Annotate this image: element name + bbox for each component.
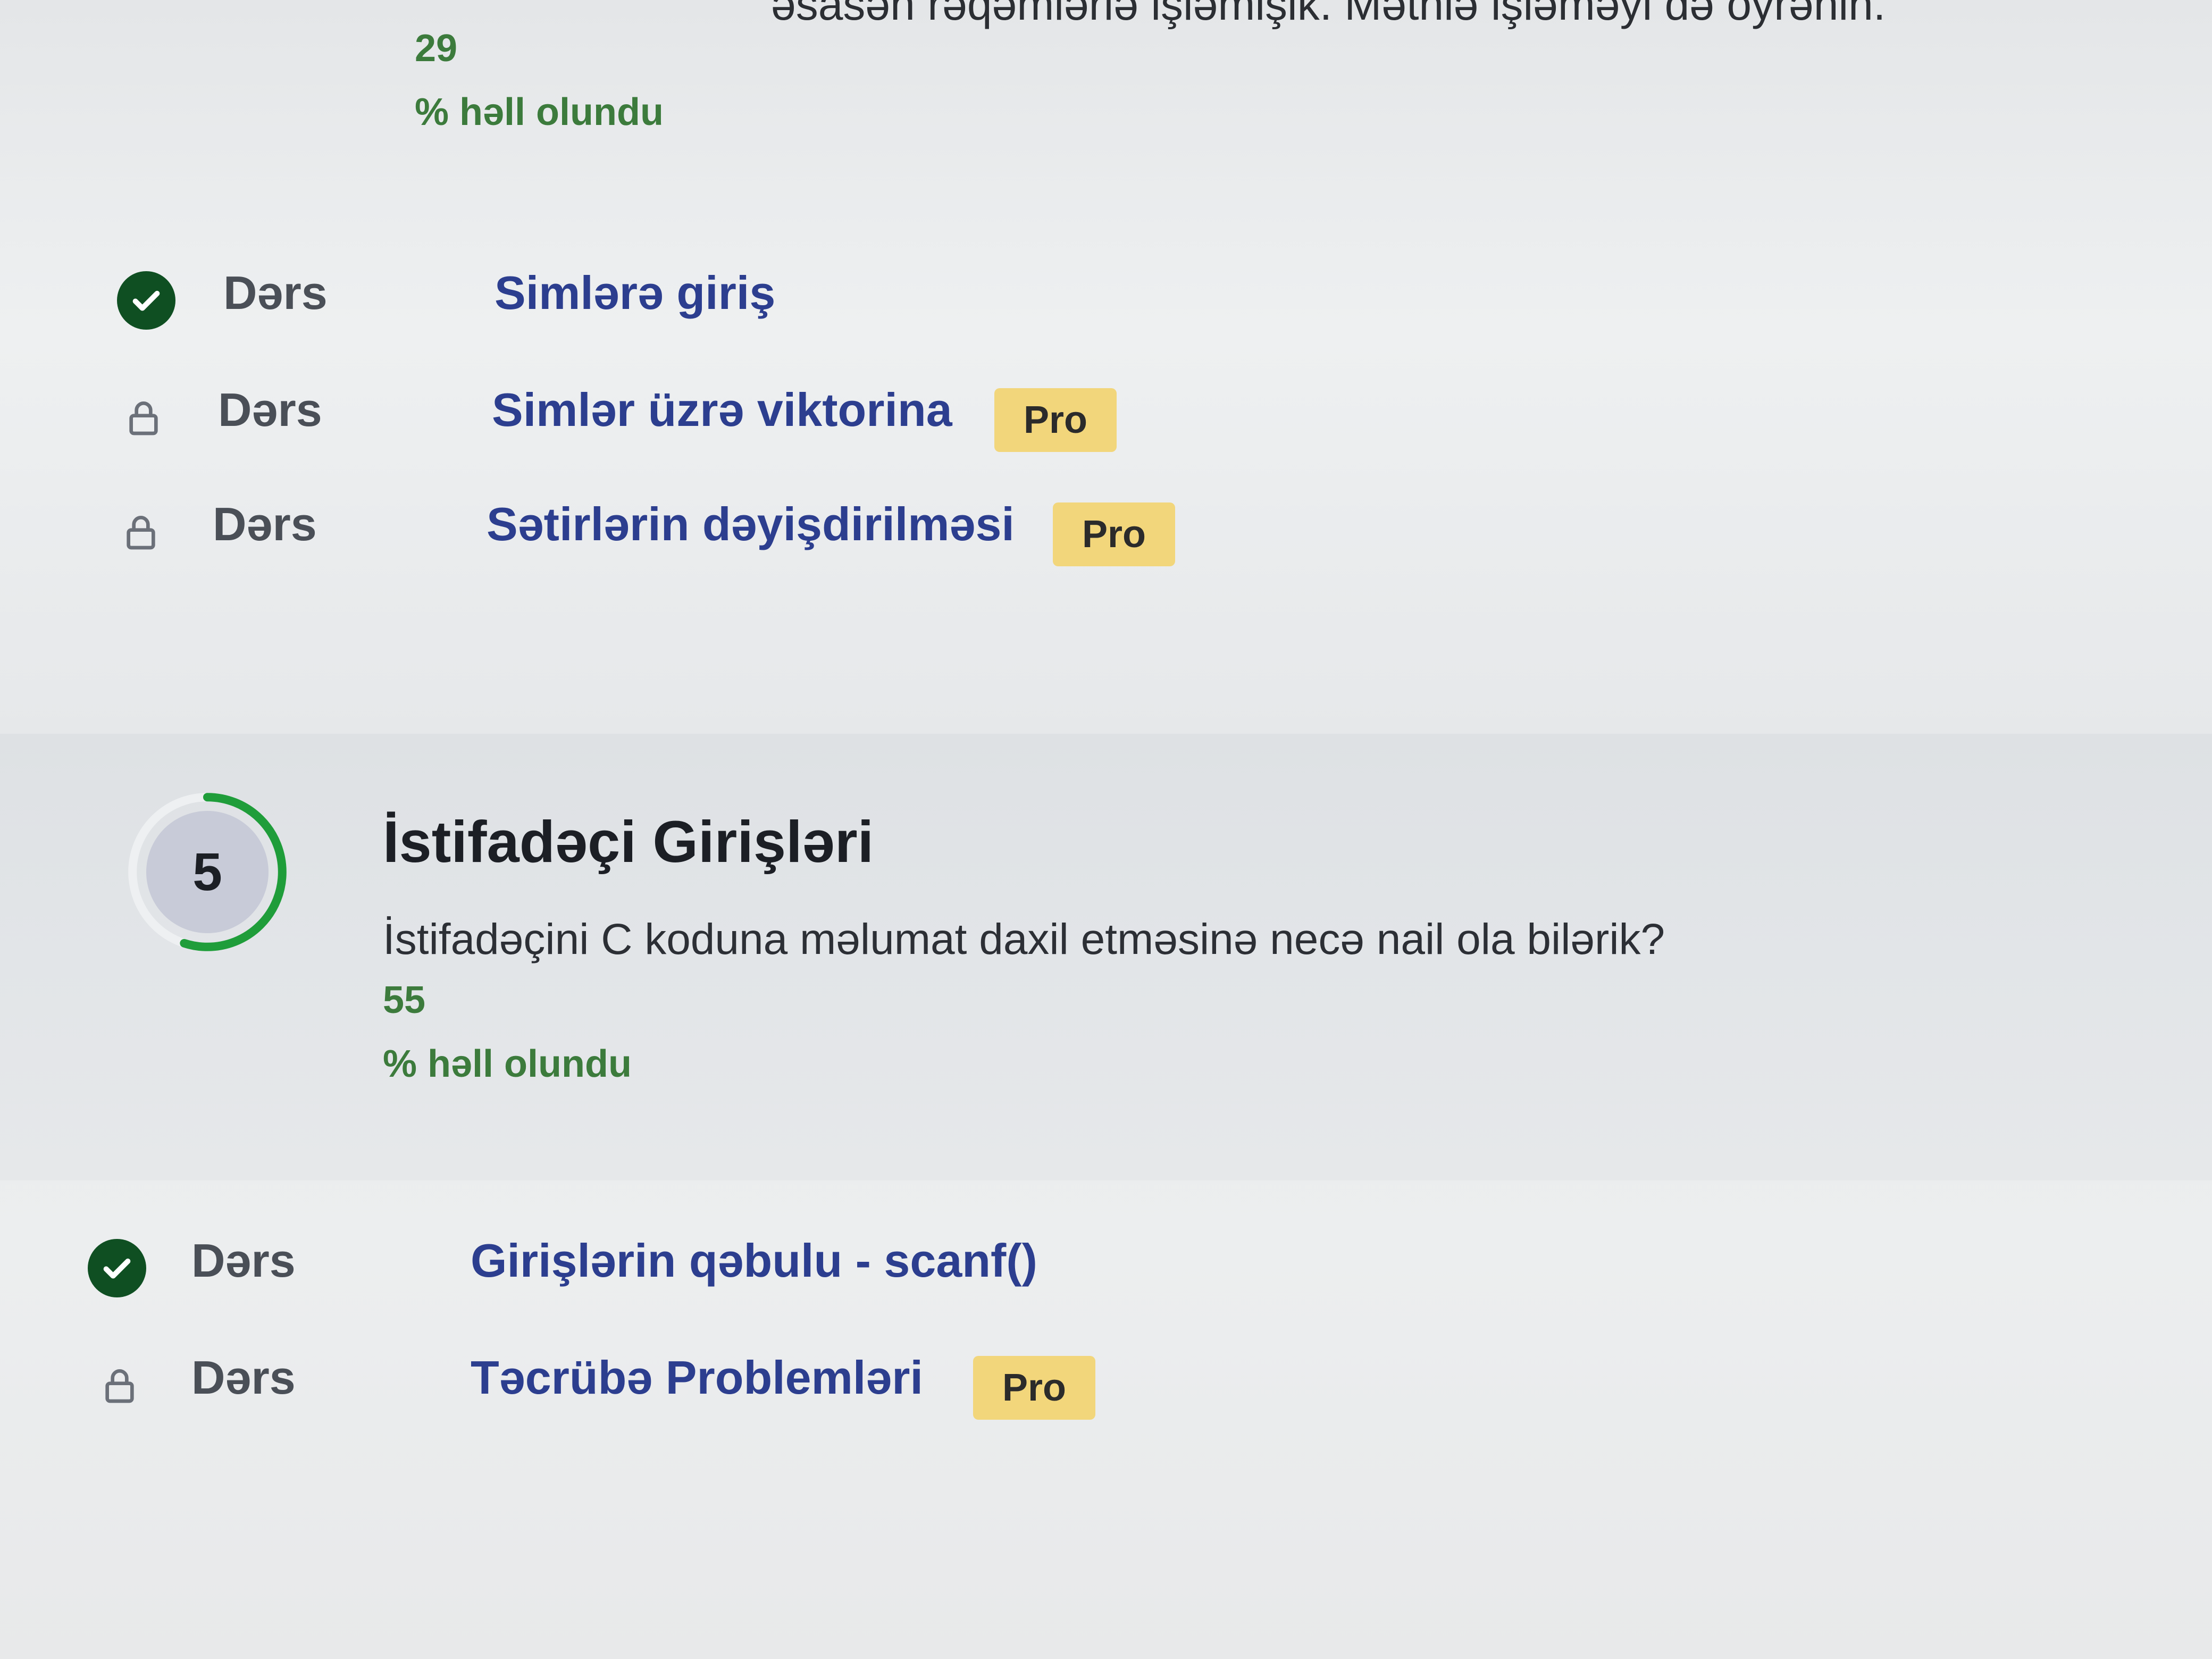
module-solved-label: % həll olundu <box>383 1043 632 1085</box>
lesson-type-label: Dərs <box>218 383 322 436</box>
lesson-type-label: Dərs <box>223 266 328 319</box>
module-number-badge: 5 <box>146 811 269 933</box>
lesson-link[interactable]: Simlərə giriş <box>495 266 775 320</box>
previous-module-solved-count: 29 <box>415 27 458 70</box>
previous-module-description: əsasən rəqəmlərlə işləmişik. Mətnlə işlə… <box>771 0 1886 29</box>
pro-badge: Pro <box>973 1356 1096 1420</box>
lock-icon <box>112 502 170 561</box>
lesson-link[interactable]: Sətirlərin dəyişdirilməsi <box>487 497 1015 551</box>
lesson-row[interactable]: Dərs Sətirlərin dəyişdirilməsi Pro <box>0 481 2212 588</box>
lesson-row[interactable]: Dərs Təcrübə Problemləri Pro <box>0 1335 2212 1441</box>
module-title[interactable]: İstifadəçi Girişləri <box>383 808 874 876</box>
lesson-type-label: Dərs <box>213 498 317 550</box>
lesson-type-label: Dərs <box>191 1351 296 1404</box>
pro-badge: Pro <box>1053 502 1176 566</box>
module-description: İstifadəçini C koduna məlumat daxil etmə… <box>383 915 1665 963</box>
check-circle-icon <box>88 1239 146 1297</box>
module-solved-count: 55 <box>383 979 426 1021</box>
lesson-row[interactable]: Dərs Simlərə giriş <box>0 250 2212 356</box>
pro-badge: Pro <box>994 388 1117 452</box>
lesson-row[interactable]: Dərs Simlər üzrə viktorina Pro <box>0 367 2212 473</box>
lesson-type-label: Dərs <box>191 1234 296 1287</box>
previous-module-solved-label: % həll olundu <box>415 91 664 133</box>
lesson-row[interactable]: Dərs Girişlərin qəbulu - scanf() <box>0 1218 2212 1324</box>
lock-icon <box>90 1356 149 1414</box>
lesson-link[interactable]: Simlər üzrə viktorina <box>492 383 952 437</box>
lock-icon <box>114 388 173 447</box>
lesson-link[interactable]: Təcrübə Problemləri <box>471 1351 923 1405</box>
course-page: əsasən rəqəmlərlə işləmişik. Mətnlə işlə… <box>0 0 2212 1659</box>
check-circle-icon <box>117 271 175 330</box>
lesson-link[interactable]: Girişlərin qəbulu - scanf() <box>471 1234 1037 1288</box>
